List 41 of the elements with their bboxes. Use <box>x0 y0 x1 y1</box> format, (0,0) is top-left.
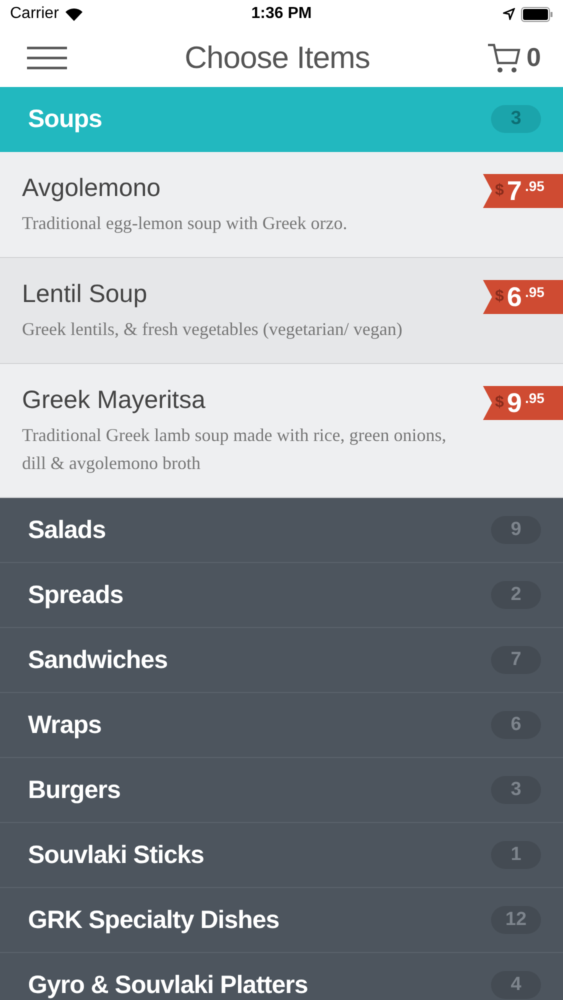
price-cents: .95 <box>524 178 544 194</box>
category-name: Wraps <box>28 710 102 740</box>
location-icon <box>503 8 515 20</box>
count-badge: 4 <box>491 971 541 999</box>
price-whole: 7 <box>506 176 522 206</box>
count-badge: 6 <box>491 711 541 739</box>
category-name: Burgers <box>28 776 122 804</box>
battery-icon <box>521 6 553 22</box>
count-badge: 1 <box>491 841 541 869</box>
cart-count: 0 <box>526 42 541 73</box>
price-whole: 6 <box>506 282 522 312</box>
category-name: Salads <box>28 516 107 544</box>
item-description: Greek lentils, & fresh vegetables (vegetarian/ vegan) <box>22 318 404 341</box>
item-description: Traditional egg-lemon soup with Greek orzo. <box>22 212 348 235</box>
category-name: Sandwiches <box>28 646 168 674</box>
currency-symbol: $ <box>495 182 504 200</box>
count-badge: 9 <box>491 516 541 544</box>
count-badge: 3 <box>491 776 541 804</box>
currency-symbol: $ <box>495 288 504 306</box>
category-name: Souvlaki Sticks <box>28 840 205 870</box>
count-badge: 2 <box>491 581 541 609</box>
carrier-label: Carrier <box>10 5 59 23</box>
currency-symbol: $ <box>495 394 504 412</box>
menu-icon[interactable] <box>26 46 68 70</box>
item-name: Avgolemono <box>22 174 162 203</box>
cart-icon[interactable] <box>486 42 521 74</box>
count-badge: 7 <box>491 646 541 674</box>
category-name: GRK Specialty Dishes <box>28 906 280 934</box>
price-whole: 9 <box>506 388 522 418</box>
item-name: Lentil Soup <box>22 280 148 309</box>
category-name: Spreads <box>28 580 124 610</box>
item-description: Traditional Greek lamb soup made with rice, green onions, dill & avgolemono broth <box>22 424 448 475</box>
category-name: Soups <box>28 104 103 134</box>
price-cents: .95 <box>524 390 544 406</box>
price-cents: .95 <box>524 284 544 300</box>
count-badge: 12 <box>491 906 541 934</box>
wifi-icon <box>64 8 83 20</box>
clock: 1:36 PM <box>251 5 312 23</box>
category-name: Gyro & Souvlaki Platters <box>28 970 309 1000</box>
page-title: Choose Items <box>184 40 371 76</box>
item-name: Greek Mayeritsa <box>22 386 206 415</box>
